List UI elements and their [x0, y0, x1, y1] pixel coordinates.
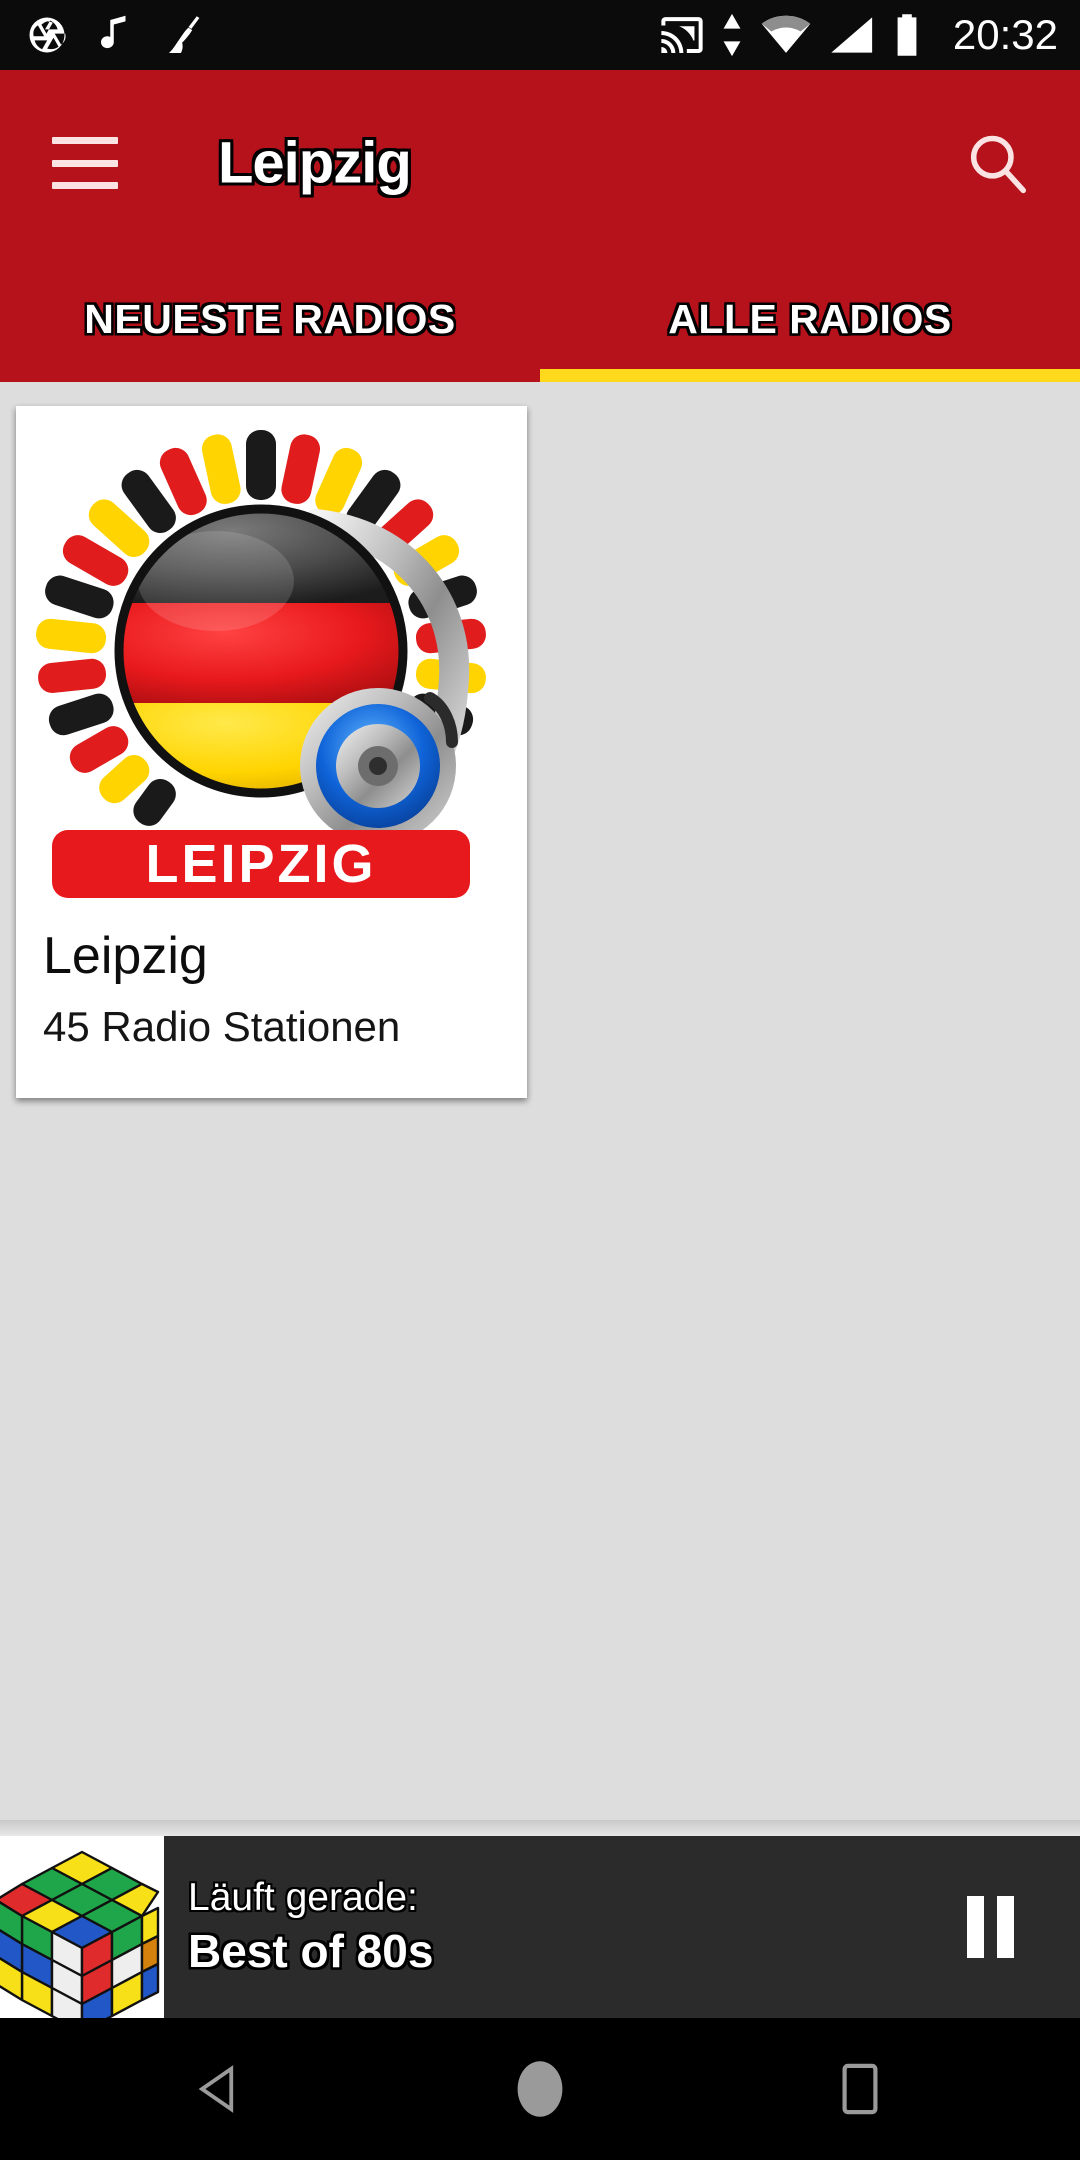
content-area: LEIPZIG Leipzig 45 Radio Stationen — [0, 382, 1080, 1820]
rubiks-cube-icon — [0, 1836, 164, 2018]
broom-cleaner-icon — [168, 16, 200, 54]
player-divider — [0, 1820, 1080, 1836]
leipzig-radio-logo: LEIPZIG — [16, 406, 527, 916]
tab-label: ALLE RADIOS — [668, 295, 952, 342]
tab-bar: NEUESTE RADIOS ALLE RADIOS — [0, 256, 1080, 382]
back-triangle-icon — [198, 2065, 234, 2113]
menu-line-1 — [52, 137, 118, 144]
tab-alle-radios[interactable]: ALLE RADIOS — [540, 256, 1080, 382]
page-title: Leipzig — [218, 130, 412, 196]
tab-active-indicator — [540, 369, 1080, 382]
wifi-icon — [761, 15, 811, 53]
status-bar: 20:32 — [0, 0, 1080, 70]
battery-icon — [897, 14, 917, 56]
data-transfer-arrows-icon — [723, 13, 741, 57]
menu-line-3 — [52, 182, 118, 189]
cellular-signal-icon — [831, 17, 873, 53]
nav-back-button[interactable] — [165, 2034, 275, 2144]
pause-bar-left — [966, 1896, 984, 1958]
status-bar-right-icons: 20:32 — [659, 13, 1058, 57]
rubiks-cube-thumbnail[interactable] — [0, 1836, 164, 2018]
pause-icon[interactable] — [900, 1836, 1080, 2018]
cast-icon — [661, 17, 703, 54]
tab-neueste-radios[interactable]: NEUESTE RADIOS — [0, 256, 540, 382]
now-playing-bar[interactable]: Läuft gerade: Best of 80s — [0, 1836, 1080, 2018]
app-bar: Leipzig — [0, 70, 1080, 256]
pause-bar-right — [996, 1896, 1014, 1958]
status-bar-clock: 20:32 — [952, 11, 1058, 58]
card-title: Leipzig — [43, 927, 208, 985]
music-note-icon — [101, 15, 126, 49]
nav-recents-button[interactable] — [805, 2034, 915, 2144]
card-subtitle: 45 Radio Stationen — [43, 1003, 401, 1050]
recents-square-icon — [842, 2063, 878, 2115]
logo-banner-text: LEIPZIG — [145, 834, 376, 894]
now-playing-track: Best of 80s — [188, 1924, 434, 1977]
tab-label: NEUESTE RADIOS — [84, 295, 456, 342]
now-playing-label: Läuft gerade: — [188, 1876, 418, 1920]
now-playing-text: Läuft gerade: Best of 80s — [164, 1836, 900, 2018]
status-bar-left-icons — [26, 14, 206, 56]
phone-screen: 20:32 Leipzig NEUESTE RADIOS ALLE RADIOS — [0, 0, 1080, 2160]
camera-aperture-icon — [29, 17, 66, 53]
android-navigation-bar — [0, 2018, 1080, 2160]
menu-line-2 — [52, 159, 118, 167]
home-circle-icon — [517, 2061, 563, 2117]
nav-home-button[interactable] — [485, 2034, 595, 2144]
radio-city-card[interactable]: LEIPZIG Leipzig 45 Radio Stationen — [16, 406, 527, 1098]
search-icon[interactable] — [962, 128, 1032, 198]
hamburger-menu-icon[interactable] — [52, 137, 118, 189]
card-artwork: LEIPZIG — [16, 406, 527, 916]
